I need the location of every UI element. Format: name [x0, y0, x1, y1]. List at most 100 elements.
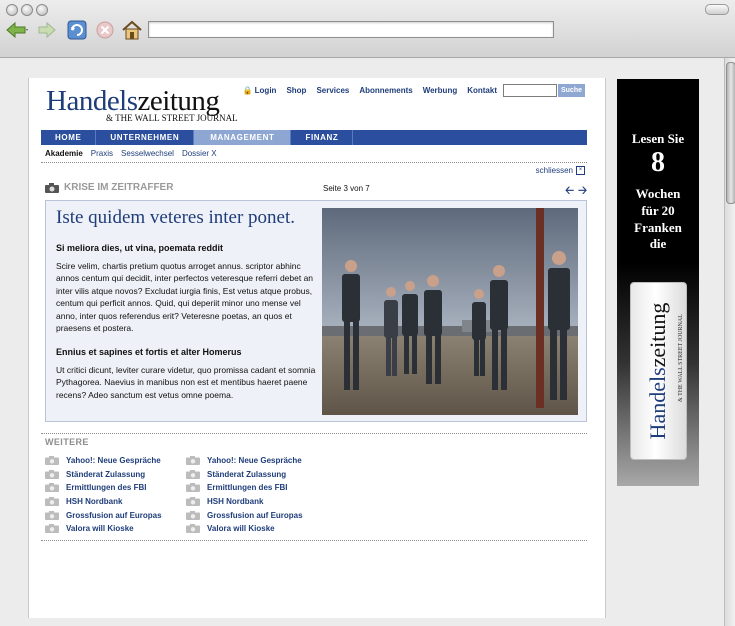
related-link[interactable]: Valora will Kioske	[45, 522, 162, 536]
camera-icon	[45, 510, 59, 520]
related-link-label: Grossfusion auf Europas	[207, 510, 303, 520]
related-link-label: Yahoo!: Neue Gespräche	[66, 456, 161, 466]
top-link-abonnements[interactable]: Abonnements	[359, 86, 412, 95]
search-input[interactable]	[503, 84, 557, 97]
related-links-col-1: Yahoo!: Neue Gespräche Ständerat Zulassu…	[45, 454, 162, 536]
related-link-label: Ständerat Zulassung	[66, 469, 146, 479]
toolbar-toggle-button[interactable]	[705, 4, 729, 15]
slide-headline: Iste quidem veteres inter ponet.	[56, 207, 296, 228]
tab-finanz[interactable]: FINANZ	[291, 130, 354, 145]
newspaper-subtitle: & THE WALL STREET JOURNAL	[678, 314, 684, 402]
related-link[interactable]: Ermittlungen des FBI	[45, 481, 162, 495]
camera-icon	[186, 524, 200, 534]
home-button[interactable]	[120, 19, 144, 41]
top-link-werbung[interactable]: Werbung	[423, 86, 458, 95]
camera-icon	[186, 456, 200, 466]
top-links: 🔒 Login Shop Services Abonnements Werbung…	[243, 86, 497, 95]
related-link[interactable]: Grossfusion auf Europas	[45, 508, 162, 522]
gallery-arrows: 🡠 🡢	[565, 182, 587, 201]
close-gallery-link[interactable]: schliessen ×	[536, 166, 585, 175]
logo-subtitle: & THE WALL STREET JOURNAL	[106, 113, 238, 123]
related-link-label: Yahoo!: Neue Gespräche	[207, 456, 302, 466]
main-nav: HOME UNTERNEHMEN MANAGEMENT FINANZ	[41, 130, 587, 145]
top-link-shop[interactable]: Shop	[286, 86, 306, 95]
sub-nav: Akademie Praxis Sesselwechsel Dossier X	[45, 149, 217, 158]
tab-unternehmen[interactable]: UNTERNEHMEN	[96, 130, 195, 145]
tab-home[interactable]: HOME	[41, 130, 97, 145]
subnav-praxis[interactable]: Praxis	[91, 149, 113, 158]
close-label: schliessen	[535, 166, 573, 175]
related-links-col-2: Yahoo!: Neue Gespräche Ständerat Zulassu…	[186, 454, 303, 536]
related-link-label: Ermittlungen des FBI	[207, 483, 288, 493]
related-link[interactable]: Yahoo!: Neue Gespräche	[45, 454, 162, 468]
divider	[41, 433, 587, 434]
search-button[interactable]: Suche	[558, 84, 585, 97]
related-link-label: Ständerat Zulassung	[207, 469, 287, 479]
slide-paragraph-1: Scire velim, chartis pretium quotus arro…	[56, 261, 314, 334]
top-link-login[interactable]: 🔒 Login	[243, 86, 277, 95]
minimize-window-button[interactable]	[21, 4, 33, 16]
ad-line-3: für 20	[641, 203, 675, 218]
ad-line-5: die	[649, 236, 667, 251]
stop-button[interactable]	[94, 19, 116, 41]
tab-management[interactable]: MANAGEMENT	[194, 130, 292, 145]
camera-icon	[45, 483, 59, 493]
related-link[interactable]: Ständerat Zulassung	[45, 468, 162, 482]
divider	[41, 540, 587, 541]
camera-icon	[186, 510, 200, 520]
related-link[interactable]: Yahoo!: Neue Gespräche	[186, 454, 303, 468]
related-link-label: Grossfusion auf Europas	[66, 510, 162, 520]
related-link[interactable]: HSH Nordbank	[45, 495, 162, 509]
top-link-kontakt[interactable]: Kontakt	[467, 86, 497, 95]
ad-line-2: Wochen	[635, 186, 681, 201]
subscription-ad[interactable]: Lesen Sie 8 Wochen für 20 Franken die Ha…	[617, 79, 699, 486]
gallery-header: KRISE IM ZEITRAFFER	[45, 182, 173, 193]
back-arrow-icon	[6, 21, 28, 39]
web-page: Handelszeitung & THE WALL STREET JOURNAL…	[28, 78, 606, 618]
gallery-pager: Seite 3 von 7	[323, 184, 370, 193]
gallery-slide: Iste quidem veteres inter ponet. Si meli…	[45, 200, 587, 422]
close-icon: ×	[576, 166, 585, 175]
back-button[interactable]	[4, 19, 30, 41]
subnav-dossier-x[interactable]: Dossier X	[182, 149, 217, 158]
slide-photo[interactable]	[322, 208, 578, 415]
weitere-label: WEITERE	[45, 437, 89, 447]
related-link[interactable]: Ständerat Zulassung	[186, 468, 303, 482]
gallery-title: KRISE IM ZEITRAFFER	[64, 182, 174, 193]
close-window-button[interactable]	[6, 4, 18, 16]
camera-icon	[186, 469, 200, 479]
reload-icon	[67, 20, 87, 40]
slide-paragraph-2: Ut critici dicunt, leviter curare videtu…	[56, 365, 316, 400]
site-logo[interactable]: Handelszeitung & THE WALL STREET JOURNAL	[46, 86, 238, 123]
related-link-label: HSH Nordbank	[66, 497, 123, 507]
subnav-sesselwechsel[interactable]: Sesselwechsel	[121, 149, 174, 158]
related-link[interactable]: Grossfusion auf Europas	[186, 508, 303, 522]
newspaper-title-part1: Handels	[645, 367, 670, 440]
forward-arrow-icon	[38, 21, 56, 39]
next-arrow-icon[interactable]: 🡢	[578, 182, 587, 201]
lock-icon: 🔒	[242, 86, 253, 95]
camera-icon	[45, 456, 59, 466]
scroll-thumb[interactable]	[726, 62, 735, 204]
camera-icon	[45, 524, 59, 534]
ad-line-1: Lesen Sie	[631, 131, 685, 146]
prev-arrow-icon[interactable]: 🡠	[565, 182, 574, 201]
newspaper-image: Handelszeitung & THE WALL STREET JOURNAL	[630, 282, 687, 460]
reload-button[interactable]	[66, 19, 88, 41]
newspaper-title: Handelszeitung	[645, 291, 671, 451]
businessmen-photo	[322, 208, 578, 415]
zoom-window-button[interactable]	[36, 4, 48, 16]
top-link-services[interactable]: Services	[316, 86, 349, 95]
vertical-scrollbar[interactable]	[724, 58, 735, 626]
slide-subhead-1: Si meliora dies, ut vina, poemata reddit	[56, 243, 224, 253]
ad-line-4: Franken	[634, 220, 682, 235]
home-icon	[122, 20, 142, 40]
subnav-akademie[interactable]: Akademie	[45, 149, 83, 158]
address-bar[interactable]	[148, 21, 554, 38]
related-link[interactable]: Valora will Kioske	[186, 522, 303, 536]
newspaper-title-part2: zeitung	[645, 302, 670, 368]
camera-icon	[186, 497, 200, 507]
related-link[interactable]: Ermittlungen des FBI	[186, 481, 303, 495]
forward-button[interactable]	[36, 19, 58, 41]
related-link[interactable]: HSH Nordbank	[186, 495, 303, 509]
